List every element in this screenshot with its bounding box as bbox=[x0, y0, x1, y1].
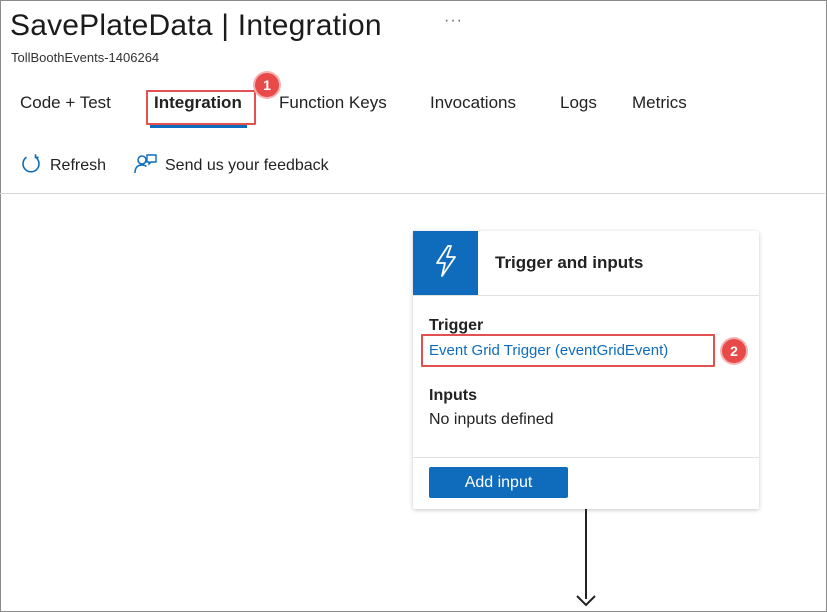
active-tab-indicator bbox=[150, 125, 247, 128]
tab-invocations[interactable]: Invocations bbox=[430, 93, 516, 113]
highlight-box-integration bbox=[146, 90, 256, 125]
down-arrow-icon bbox=[576, 595, 596, 607]
trigger-inputs-card: Trigger and inputs Trigger Event Grid Tr… bbox=[413, 231, 759, 509]
inputs-empty-text: No inputs defined bbox=[429, 411, 554, 428]
refresh-icon bbox=[20, 153, 42, 180]
feedback-icon bbox=[133, 153, 157, 180]
flow-connector-line bbox=[585, 509, 587, 599]
card-title: Trigger and inputs bbox=[495, 253, 644, 272]
trigger-heading: Trigger bbox=[429, 317, 484, 334]
tab-logs[interactable]: Logs bbox=[560, 93, 597, 113]
tab-code-test[interactable]: Code + Test bbox=[20, 93, 111, 113]
refresh-button[interactable]: Refresh bbox=[20, 153, 107, 180]
feedback-button[interactable]: Send us your feedback bbox=[133, 153, 329, 180]
tab-metrics[interactable]: Metrics bbox=[632, 93, 687, 113]
inputs-heading: Inputs bbox=[429, 387, 477, 404]
more-options-icon[interactable]: ··· bbox=[444, 12, 463, 30]
highlight-box-trigger-link bbox=[421, 334, 715, 367]
step-badge-1: 1 bbox=[255, 73, 279, 97]
card-icon-tile bbox=[413, 231, 478, 295]
card-header: Trigger and inputs bbox=[413, 231, 759, 296]
tab-function-keys[interactable]: Function Keys bbox=[279, 93, 387, 113]
page-title: SavePlateData | Integration bbox=[10, 9, 382, 42]
toolbar-divider bbox=[0, 193, 825, 194]
resource-subtitle: TollBoothEvents-1406264 bbox=[11, 50, 160, 65]
feedback-label: Send us your feedback bbox=[165, 157, 329, 174]
refresh-label: Refresh bbox=[50, 157, 107, 174]
step-badge-2: 2 bbox=[722, 339, 746, 363]
lightning-bolt-icon bbox=[431, 244, 461, 283]
add-input-button[interactable]: Add input bbox=[429, 467, 568, 498]
card-footer-divider bbox=[413, 457, 759, 458]
